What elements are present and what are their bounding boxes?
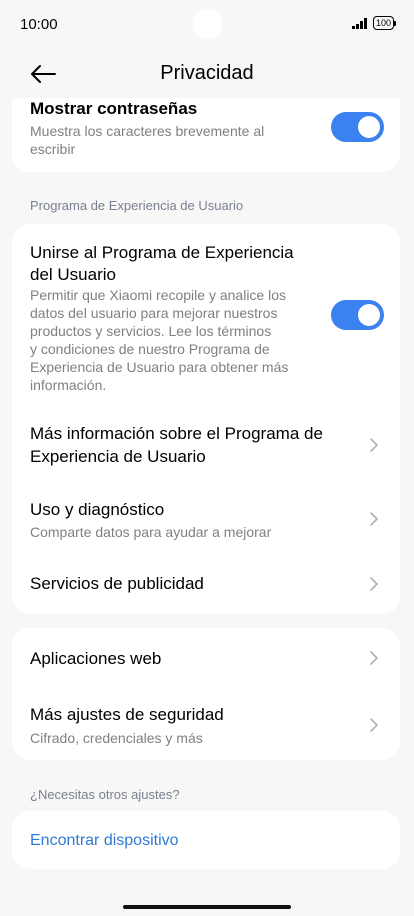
page-title: Privacidad [160,62,254,84]
chevron-right-icon [370,718,379,732]
web-apps-title: Aplicaciones web [30,649,162,668]
join-program-title-2: del Usuario [30,265,116,284]
join-program-desc-2: datos del usuario para mejorar nuestros [30,305,278,321]
show-passwords-subtitle-1: Muestra los caracteres brevemente al [30,123,265,139]
status-time: 10:00 [20,16,58,33]
home-indicator[interactable] [123,905,291,909]
chevron-right-icon [370,512,379,526]
join-program-desc-4: y condiciones de nuestro Programa de [30,341,270,357]
join-program-desc-1: Permitir que Xiaomi recopile y analice l… [30,287,286,303]
diagnostics-subtitle: Comparte datos para ayudar a mejorar [30,524,272,540]
join-program-title-1: Unirse al Programa de Experiencia [30,243,294,262]
join-program-toggle[interactable] [331,300,384,330]
more-info-title-1: Más información sobre el Programa de [30,424,323,443]
show-passwords-row[interactable]: Mostrar contraseñas Muestra los caracter… [12,98,400,172]
show-passwords-subtitle-2: escribir [30,141,76,157]
camera-cutout [193,9,223,39]
join-program-desc-3: productos y servicios. Lee los términos [30,323,272,339]
join-program-row[interactable]: Unirse al Programa de Experiencia del Us… [12,224,400,394]
ads-title: Servicios de publicidad [30,574,204,593]
join-program-desc-5: Experiencia de Usuario para obtener más [30,359,289,375]
password-card: Mostrar contraseñas Muestra los caracter… [12,98,400,172]
section-label-program: Programa de Experiencia de Usuario [30,198,244,213]
diagnostics-title: Uso y diagnóstico [30,500,165,519]
show-passwords-toggle[interactable] [331,112,384,142]
security-settings-subtitle: Cifrado, credenciales y más [30,730,203,746]
chevron-right-icon [370,438,379,452]
section-label-other: ¿Necesitas otros ajustes? [30,787,180,802]
battery-level: 100 [372,16,394,30]
chevron-right-icon [370,577,379,591]
status-indicators: 100 [352,16,396,30]
misc-card: Aplicaciones web Más ajustes de segurida… [12,628,400,760]
more-info-row[interactable]: Más información sobre el Programa de Exp… [12,409,400,479]
web-apps-row[interactable]: Aplicaciones web [12,628,400,688]
show-passwords-title: Mostrar contraseñas [30,99,198,118]
program-card: Unirse al Programa de Experiencia del Us… [12,224,400,614]
find-device-card: Encontrar dispositivo [12,811,400,869]
diagnostics-row[interactable]: Uso y diagnóstico Comparte datos para ay… [12,487,400,549]
chevron-right-icon [370,651,379,665]
security-settings-title: Más ajustes de seguridad [30,705,224,724]
status-bar: 10:00 100 [0,0,414,50]
join-program-desc-6: información. [30,377,107,393]
header: Privacidad [0,50,414,98]
signal-icon [352,17,367,29]
security-settings-row[interactable]: Más ajustes de seguridad Cifrado, creden… [12,694,400,756]
ads-row[interactable]: Servicios de publicidad [12,559,400,609]
battery-icon: 100 [372,16,396,30]
find-device-link[interactable]: Encontrar dispositivo [30,832,179,850]
more-info-title-2: Experiencia de Usuario [30,447,206,466]
